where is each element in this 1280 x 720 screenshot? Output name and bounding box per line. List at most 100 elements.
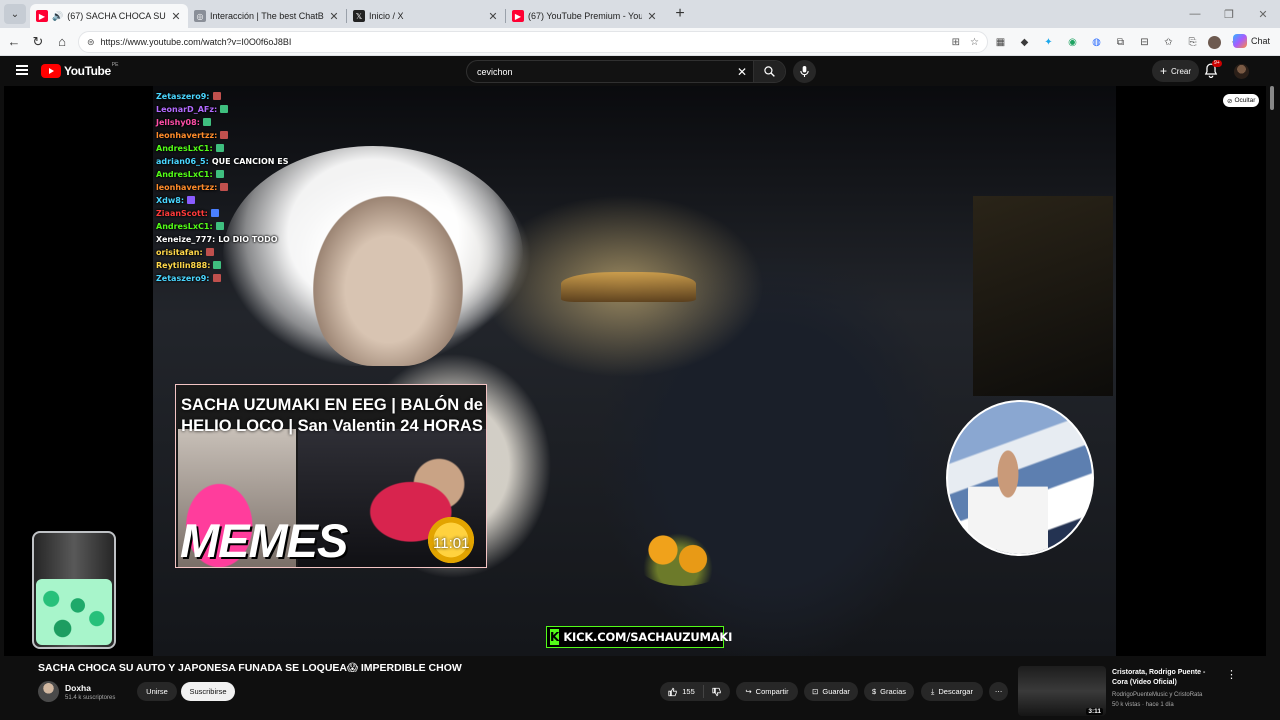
- download-button[interactable]: ⤓ Descargar: [921, 682, 983, 701]
- browser-tab-youtube-video[interactable]: ▶ 🔊 (67) SACHA CHOCA SU AUTO ✕: [30, 4, 188, 28]
- thanks-label: Gracias: [880, 687, 906, 696]
- chat-username: Zetaszero9:: [156, 274, 210, 283]
- favorites-icon[interactable]: ✩: [1160, 34, 1177, 50]
- chat-emote-icon: [210, 209, 219, 217]
- chat-line: Xeneize_777: LO DIO TODO: [156, 233, 316, 246]
- chat-username: adrian06_5:: [156, 157, 209, 166]
- voice-search-button[interactable]: [793, 60, 816, 83]
- create-button[interactable]: + Crear: [1152, 60, 1200, 82]
- subscribe-button[interactable]: Suscribirse: [181, 682, 235, 701]
- recommended-title[interactable]: Cristorata, Rodrigo Puente - Cora (Video…: [1112, 668, 1222, 688]
- plus-icon: +: [1160, 64, 1168, 78]
- country-code: PE: [111, 62, 119, 68]
- share-button[interactable]: ↪ Compartir: [736, 682, 798, 701]
- search-input[interactable]: cevichon: [467, 67, 731, 77]
- browser-tab-youtube-premium[interactable]: ▶ (67) YouTube Premium - YouTube ✕: [506, 4, 664, 28]
- favorite-star-icon[interactable]: ☆: [970, 37, 979, 48]
- kick-logo-icon: K: [550, 629, 560, 645]
- chat-line: Zetaszero9:: [156, 90, 316, 103]
- page-scrollbar[interactable]: [1268, 86, 1276, 720]
- super-thanks-icon: $: [871, 687, 877, 696]
- promo-thumbnail-overlay: SACHA UZUMAKI EN EEG | BALÓN de HELIO LO…: [175, 384, 487, 568]
- video-player[interactable]: Zetaszero9: LeonarD_AFz: Jellshy08: leonhav…: [4, 86, 1266, 656]
- close-window-button[interactable]: ✕: [1246, 8, 1280, 21]
- share-arrow-icon: ↪: [745, 687, 752, 696]
- chat-emote-icon: [215, 170, 224, 178]
- channel-name[interactable]: Doxha: [65, 683, 91, 693]
- close-icon[interactable]: ✕: [170, 10, 182, 23]
- app-available-icon[interactable]: ⊞: [952, 37, 960, 48]
- dislike-button[interactable]: [704, 687, 730, 697]
- kebab-menu-icon[interactable]: ⋮: [1226, 668, 1237, 681]
- join-button[interactable]: Unirse: [137, 682, 177, 701]
- extensions-puzzle-icon[interactable]: ⧉: [1112, 34, 1129, 50]
- scrollbar-thumb[interactable]: [1270, 86, 1274, 110]
- save-button[interactable]: ⊡ Guardar: [804, 682, 858, 701]
- chat-emote-icon: [205, 248, 214, 256]
- home-button[interactable]: ⌂: [50, 34, 74, 49]
- chat-username: Jellshy08:: [156, 118, 200, 127]
- logo-text: YouTube: [64, 64, 111, 78]
- extension-icon[interactable]: ◍: [1088, 34, 1105, 50]
- minimize-button[interactable]: —: [1178, 8, 1212, 20]
- notifications-button[interactable]: 9+: [1204, 60, 1222, 79]
- circular-camera-overlay: [946, 400, 1094, 556]
- recommended-thumbnail[interactable]: 3:11: [1018, 666, 1106, 716]
- tab-title: Interacción | The best ChatBot and: [210, 11, 324, 21]
- split-screen-icon[interactable]: ⊟: [1136, 34, 1153, 50]
- copilot-icon: [1232, 34, 1247, 48]
- browser-tab-x[interactable]: 𝕏 Inicio / X ✕: [347, 4, 505, 28]
- speaker-icon[interactable]: 🔊: [52, 11, 63, 22]
- close-icon[interactable]: ✕: [328, 10, 340, 23]
- site-info-icon[interactable]: ⊜: [87, 37, 95, 48]
- hide-overlay-button[interactable]: ⊘ Ocultar: [1223, 94, 1260, 107]
- chat-emote-icon: [215, 222, 224, 230]
- address-bar[interactable]: ⊜ https://www.youtube.com/watch?v=I0O0f6…: [78, 31, 988, 53]
- youtube-logo[interactable]: YouTube PE: [41, 62, 119, 78]
- recommended-video[interactable]: 3:11 Cristorata, Rodrigo Puente - Cora (…: [1018, 666, 1270, 720]
- chat-emote-icon: [202, 118, 211, 126]
- tab-actions-menu[interactable]: ⌄: [4, 4, 26, 24]
- clear-search-icon[interactable]: ✕: [731, 65, 753, 79]
- address-bar-actions: ⊞ ☆: [952, 37, 979, 48]
- new-tab-button[interactable]: +: [670, 5, 690, 23]
- thanks-button[interactable]: $ Gracias: [864, 682, 914, 701]
- promo-duration: 11:01: [433, 535, 470, 552]
- video-metadata: SACHA CHOCA SU AUTO Y JAPONESA FUNADA SE…: [4, 656, 1276, 720]
- chat-message: QUE CANCION ES: [211, 157, 289, 166]
- like-button[interactable]: 155: [660, 685, 704, 698]
- back-button[interactable]: ←: [2, 34, 26, 49]
- reload-button[interactable]: ↻: [26, 34, 50, 50]
- chat-emote-icon: [187, 196, 196, 204]
- collections-icon[interactable]: ⎘: [1184, 34, 1201, 50]
- chat-line: AndresLxC1:: [156, 220, 316, 233]
- join-label: Unirse: [146, 687, 168, 696]
- chat-username: leonhavertzz:: [156, 131, 218, 140]
- search-button[interactable]: [753, 61, 785, 82]
- copilot-chat-button[interactable]: Chat: [1232, 34, 1270, 48]
- tab-manager-icon[interactable]: ▦: [992, 34, 1009, 50]
- extension-icon[interactable]: ◆: [1016, 34, 1033, 50]
- close-icon[interactable]: ✕: [646, 10, 658, 23]
- youtube-favicon-icon: ▶: [36, 10, 48, 22]
- account-avatar[interactable]: [1234, 64, 1249, 79]
- hamburger-menu-icon[interactable]: [16, 65, 28, 75]
- close-icon[interactable]: ✕: [487, 10, 499, 23]
- extension-icon[interactable]: ✦: [1040, 34, 1057, 50]
- promo-headline: SACHA UZUMAKI EN EEG | BALÓN de HELIO LO…: [181, 396, 483, 435]
- bookmark-icon: ⊡: [812, 687, 819, 696]
- chat-emote-icon: [213, 261, 222, 269]
- browser-tab-chatbot[interactable]: ◎ Interacción | The best ChatBot and ✕: [188, 4, 346, 28]
- download-icon: ⤓: [931, 686, 935, 696]
- chatbot-favicon-icon: ◎: [194, 10, 206, 22]
- extension-icon[interactable]: ◉: [1064, 34, 1081, 50]
- more-actions-button[interactable]: ⋯: [989, 682, 1008, 701]
- channel-avatar[interactable]: [38, 681, 59, 702]
- create-label: Crear: [1171, 66, 1192, 76]
- subscribe-label: Suscribirse: [189, 687, 227, 696]
- recommended-channel[interactable]: RodrigoPuenteMusic y CristoRata: [1112, 692, 1202, 698]
- chat-username: Reytilin888:: [156, 261, 211, 270]
- profile-avatar-icon[interactable]: [1208, 35, 1221, 49]
- share-label: Compartir: [755, 687, 789, 696]
- maximize-button[interactable]: ❐: [1212, 8, 1246, 21]
